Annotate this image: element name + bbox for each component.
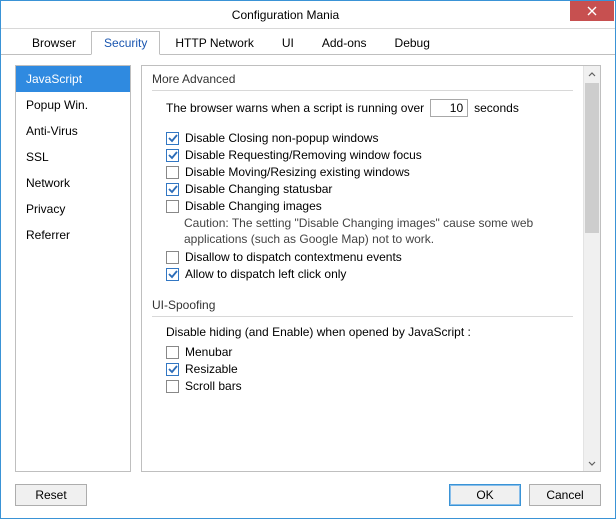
- opt-label: Disallow to dispatch contextmenu events: [185, 250, 402, 264]
- opt-disable-statusbar[interactable]: Disable Changing statusbar: [166, 182, 573, 196]
- divider: [152, 316, 573, 317]
- checkbox[interactable]: [166, 363, 179, 376]
- check-icon: [168, 184, 178, 194]
- sidebar-item-referrer[interactable]: Referrer: [16, 222, 130, 248]
- window-title: Configuration Mania: [1, 8, 570, 22]
- chevron-up-icon: [588, 71, 596, 79]
- sidebar-item-antivirus[interactable]: Anti-Virus: [16, 118, 130, 144]
- opt-disable-focus[interactable]: Disable Requesting/Removing window focus: [166, 148, 573, 162]
- sidebar-item-network[interactable]: Network: [16, 170, 130, 196]
- checkbox[interactable]: [166, 166, 179, 179]
- close-button[interactable]: [570, 1, 614, 21]
- divider: [152, 90, 573, 91]
- titlebar: Configuration Mania: [1, 1, 615, 29]
- checkbox[interactable]: [166, 149, 179, 162]
- opt-label: Menubar: [185, 345, 232, 359]
- content-panel: More Advanced The browser warns when a s…: [141, 65, 601, 472]
- chevron-down-icon: [588, 459, 596, 467]
- caution-text: Caution: The setting "Disable Changing i…: [184, 216, 564, 247]
- sidebar-item-privacy[interactable]: Privacy: [16, 196, 130, 222]
- warn-label-pre: The browser warns when a script is runni…: [166, 101, 424, 115]
- scroll-thumb[interactable]: [585, 83, 599, 233]
- warn-row: The browser warns when a script is runni…: [166, 99, 573, 117]
- checkbox[interactable]: [166, 346, 179, 359]
- warn-seconds-input[interactable]: [430, 99, 468, 117]
- opt-label: Disable Changing images: [185, 199, 322, 213]
- sidebar: JavaScript Popup Win. Anti-Virus SSL Net…: [15, 65, 131, 472]
- opt-disallow-contextmenu[interactable]: Disallow to dispatch contextmenu events: [166, 250, 573, 264]
- content: More Advanced The browser warns when a s…: [142, 66, 583, 471]
- opt-label: Disable Moving/Resizing existing windows: [185, 165, 410, 179]
- tabstrip: Browser Security HTTP Network UI Add-ons…: [1, 29, 615, 55]
- scroll-up-arrow[interactable]: [584, 66, 600, 83]
- footer: Reset OK Cancel: [1, 472, 615, 518]
- tab-ui[interactable]: UI: [269, 31, 307, 54]
- opt-disable-closing[interactable]: Disable Closing non-popup windows: [166, 131, 573, 145]
- tab-browser[interactable]: Browser: [19, 31, 89, 54]
- check-icon: [168, 269, 178, 279]
- check-icon: [168, 150, 178, 160]
- sidebar-item-popup[interactable]: Popup Win.: [16, 92, 130, 118]
- checkbox[interactable]: [166, 380, 179, 393]
- opt-menubar[interactable]: Menubar: [166, 345, 573, 359]
- check-icon: [168, 133, 178, 143]
- group-title-more-advanced: More Advanced: [152, 72, 573, 86]
- opt-label: Resizable: [185, 362, 238, 376]
- opt-resizable[interactable]: Resizable: [166, 362, 573, 376]
- checkbox[interactable]: [166, 183, 179, 196]
- opt-label: Allow to dispatch left click only: [185, 267, 346, 281]
- opt-label: Disable Changing statusbar: [185, 182, 332, 196]
- ok-button[interactable]: OK: [449, 484, 521, 506]
- check-icon: [168, 364, 178, 374]
- group-title-ui-spoofing: UI-Spoofing: [152, 298, 573, 312]
- tab-debug[interactable]: Debug: [382, 31, 443, 54]
- body: JavaScript Popup Win. Anti-Virus SSL Net…: [1, 55, 615, 472]
- opt-label: Disable Requesting/Removing window focus: [185, 148, 422, 162]
- ui-spoofing-intro: Disable hiding (and Enable) when opened …: [166, 325, 573, 339]
- opt-disable-move[interactable]: Disable Moving/Resizing existing windows: [166, 165, 573, 179]
- sidebar-item-javascript[interactable]: JavaScript: [16, 66, 130, 92]
- warn-label-post: seconds: [474, 101, 519, 115]
- checkbox[interactable]: [166, 132, 179, 145]
- opt-label: Disable Closing non-popup windows: [185, 131, 378, 145]
- tab-security[interactable]: Security: [91, 31, 160, 55]
- checkbox[interactable]: [166, 251, 179, 264]
- reset-button[interactable]: Reset: [15, 484, 87, 506]
- opt-label: Scroll bars: [185, 379, 242, 393]
- sidebar-item-ssl[interactable]: SSL: [16, 144, 130, 170]
- checkbox[interactable]: [166, 268, 179, 281]
- opt-disable-images[interactable]: Disable Changing images: [166, 199, 573, 213]
- window: Configuration Mania Browser Security HTT…: [0, 0, 616, 519]
- vertical-scrollbar[interactable]: [583, 66, 600, 471]
- checkbox[interactable]: [166, 200, 179, 213]
- tab-addons[interactable]: Add-ons: [309, 31, 380, 54]
- opt-allow-leftclick[interactable]: Allow to dispatch left click only: [166, 267, 573, 281]
- opt-scrollbars[interactable]: Scroll bars: [166, 379, 573, 393]
- cancel-button[interactable]: Cancel: [529, 484, 601, 506]
- close-icon: [587, 6, 597, 16]
- tab-http-network[interactable]: HTTP Network: [162, 31, 266, 54]
- scroll-down-arrow[interactable]: [584, 454, 600, 471]
